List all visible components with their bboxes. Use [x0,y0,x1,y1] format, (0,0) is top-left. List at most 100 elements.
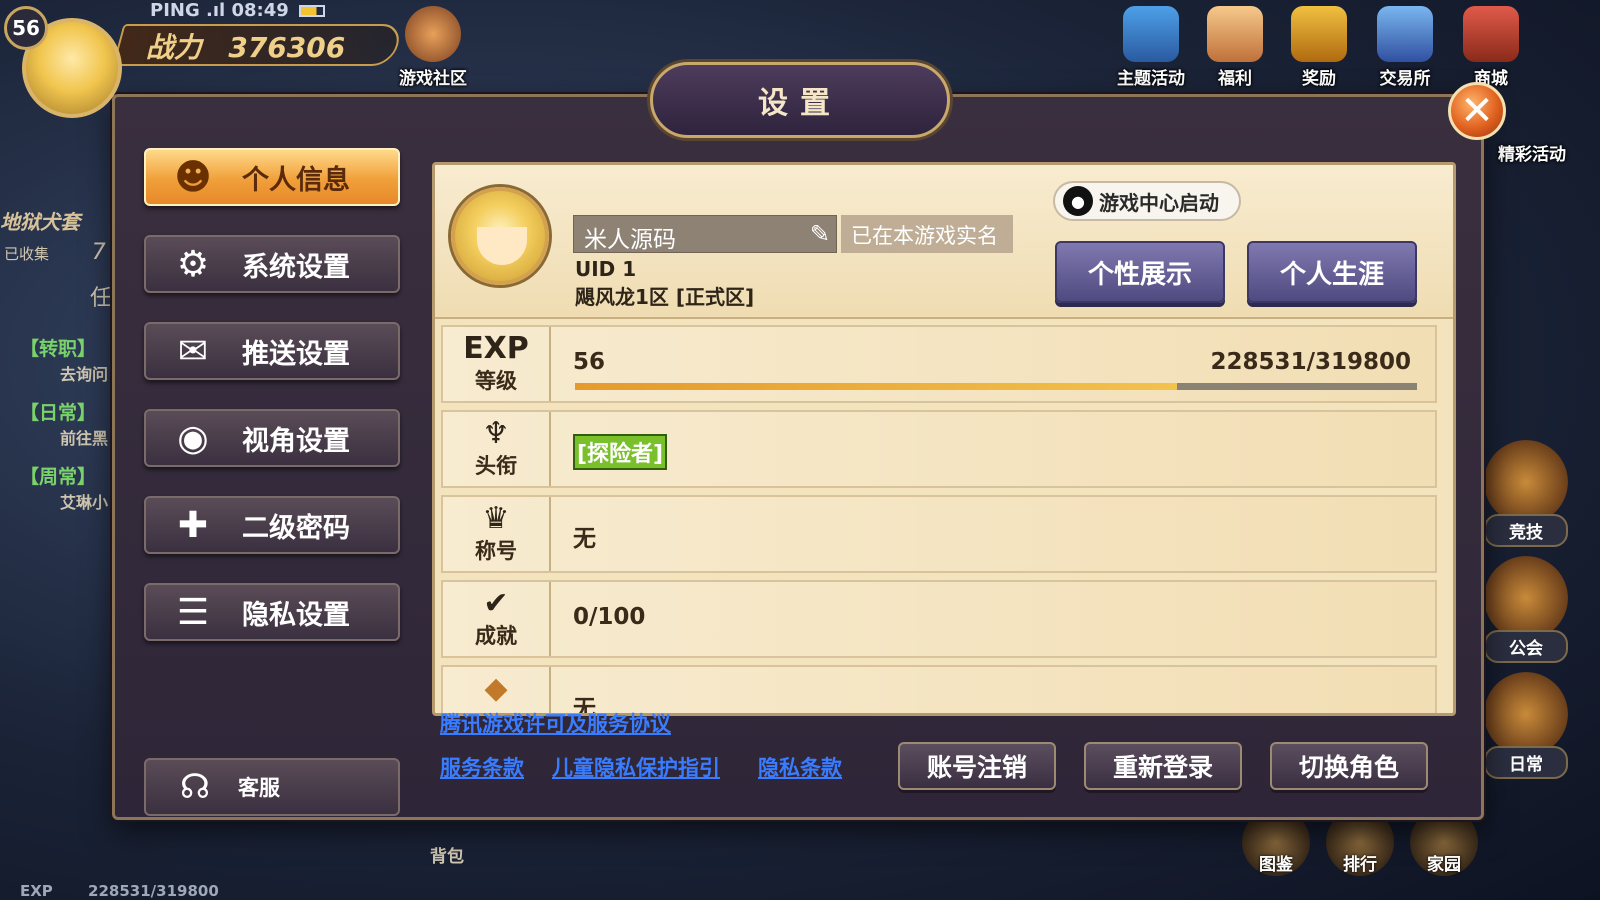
quest-item[interactable]: 【日常】前往黑 [20,398,108,449]
title-label: 头衔 [475,454,517,478]
reward-label: 奖励 [1302,69,1336,89]
exp-value: 228531/319800 [88,882,219,900]
exp-progress-text: 228531/319800 [1210,349,1411,375]
nickname-label: 称号 [475,539,517,563]
privacy-link[interactable]: 隐私条款 [758,752,842,782]
quest-desc: 前往黑 [60,429,109,448]
ping-status: PING .ıl 08:49 [150,0,326,21]
guild-button[interactable]: 公会 [1484,556,1568,663]
penguin-icon: ● [1063,186,1093,216]
ping-label: PING [150,0,200,21]
title-value[interactable]: [探险者] [573,434,668,470]
terms-link[interactable]: 服务条款 [440,752,524,782]
bag-button[interactable]: 背包 [430,842,464,867]
menu-secondary-password[interactable]: ✚ 二级密码 [144,496,400,554]
menu-system-settings[interactable]: ⚙ 系统设置 [144,235,400,293]
welfare-label: 福利 [1218,69,1252,89]
server-text: 飓风龙1区 [正式区] [575,285,755,309]
codex-label: 图鉴 [1259,855,1293,875]
gear-icon: ⚙ [176,243,210,285]
qq-game-center-button[interactable]: ● 游戏中心启动 [1053,181,1241,221]
message-icon: ✉ [177,330,209,372]
menu-push-settings[interactable]: ✉ 推送设置 [144,322,400,380]
level-label: 等级 [475,369,517,393]
nickname-row-label: ♛ 称号 [443,497,551,571]
cake-icon [1207,6,1263,62]
profile-header: 米人源码 ✎ 已在本游戏实名 UID 1 飓风龙1区 [正式区] ● 游戏中心启… [435,165,1453,319]
pencil-icon[interactable]: ✎ [810,220,830,248]
close-button[interactable]: ✕ [1448,82,1506,140]
combat-power-label: 战力 [145,31,202,64]
home-label: 家园 [1427,855,1461,875]
guild-label: 公会 [1484,630,1568,663]
dialog-title: 设置 [650,62,950,138]
welfare-button[interactable]: 福利 [1196,6,1274,89]
daily-button[interactable]: 日常 [1484,672,1568,779]
relogin-button[interactable]: 重新登录 [1084,742,1242,790]
exp-label: EXP [20,882,53,900]
combat-power-value: 376306 [228,31,346,64]
menu-view-settings[interactable]: ◉ 视角设置 [144,409,400,467]
level-value: 56 [573,349,606,375]
child-privacy-link[interactable]: 儿童隐私保护指引 [552,752,720,782]
quest-tag: 【日常】 [20,402,97,424]
qq-launch-label: 游戏中心启动 [1099,190,1219,215]
quest-tag: 【转职】 [20,338,97,360]
realname-status: 已在本游戏实名 [841,215,1013,253]
personal-career-button[interactable]: 个人生涯 [1247,241,1417,303]
sword-emblem-icon: ♆ [482,416,510,451]
tencent-license-link[interactable]: 腾讯游戏许可及服务协议 [440,708,671,738]
menu-item-label: 系统设置 [242,251,350,283]
clock: 08:49 [231,0,289,21]
menu-personal-info[interactable]: ☻ 个人信息 [144,148,400,206]
theme-activity-icon [1123,6,1179,62]
menu-item-label: 推送设置 [242,338,350,370]
task-tab[interactable]: 任 [90,280,112,312]
name-field[interactable]: 米人源码 ✎ [573,215,837,253]
signal-icon: .ıl [206,0,226,21]
title-row: ♆ 头衔 [探险者] [441,410,1437,488]
customer-service-button[interactable]: ☊ 客服 [144,758,400,816]
achievement-row: ✔ 成就 0/100 [441,580,1437,658]
community-icon [405,6,461,62]
exp-status: EXP 228531/319800 [20,882,219,900]
quest-desc: 艾琳小 [60,493,109,512]
achievement-row-label: ✔ 成就 [443,582,551,656]
info-rows: EXP 等级 56 228531/319800 ♆ 头衔 [探险者] ♛ 称号 … [441,325,1437,713]
gift-icon [1291,6,1347,62]
badge-icon: ◆ [484,671,508,706]
person-icon: ☻ [174,156,212,198]
avatar-face [477,227,527,265]
menu-item-label: 个人信息 [242,164,350,196]
theme-activity-button[interactable]: 主题活动 [1112,6,1190,89]
combat-power: 战力 376306 [112,24,404,66]
switch-role-button[interactable]: 切换角色 [1270,742,1428,790]
nickname-row: ♛ 称号 无 [441,495,1437,573]
trade-house-icon [1377,6,1433,62]
settings-menu: ☻ 个人信息 ⚙ 系统设置 ✉ 推送设置 ◉ 视角设置 ✚ 二级密码 ☰ 隐私设… [144,148,400,670]
community-label: 游戏社区 [399,69,467,89]
quest-item[interactable]: 【周常】艾琳小 [20,462,108,513]
guild-icon [1484,556,1568,640]
personal-showcase-button[interactable]: 个性展示 [1055,241,1225,303]
shop-button[interactable]: 商城 [1452,6,1530,89]
arena-icon [1484,440,1568,524]
trade-button[interactable]: 交易所 [1366,6,1444,89]
quest-item[interactable]: 【转职】 去询问 [20,334,108,385]
collected-label: 已收集 7 [4,240,106,265]
arena-label: 竞技 [1484,514,1568,547]
quest-tag: 【周常】 [20,466,97,488]
exp-icon: EXP [463,331,529,366]
shop-icon [1463,6,1519,62]
cancel-account-button[interactable]: 账号注销 [898,742,1056,790]
arena-button[interactable]: 竞技 [1484,440,1568,547]
community-button[interactable]: 游戏社区 [394,6,472,89]
profile-avatar[interactable] [451,187,549,285]
collected-text: 已收集 [4,245,50,263]
event-label: 精彩活动 [1498,145,1566,165]
reward-button[interactable]: 奖励 [1280,6,1358,89]
level-row: EXP 等级 56 228531/319800 [441,325,1437,403]
achievement-value: 0/100 [573,604,646,630]
event-button[interactable]: 精彩活动 [1486,140,1578,165]
menu-privacy-settings[interactable]: ☰ 隐私设置 [144,583,400,641]
